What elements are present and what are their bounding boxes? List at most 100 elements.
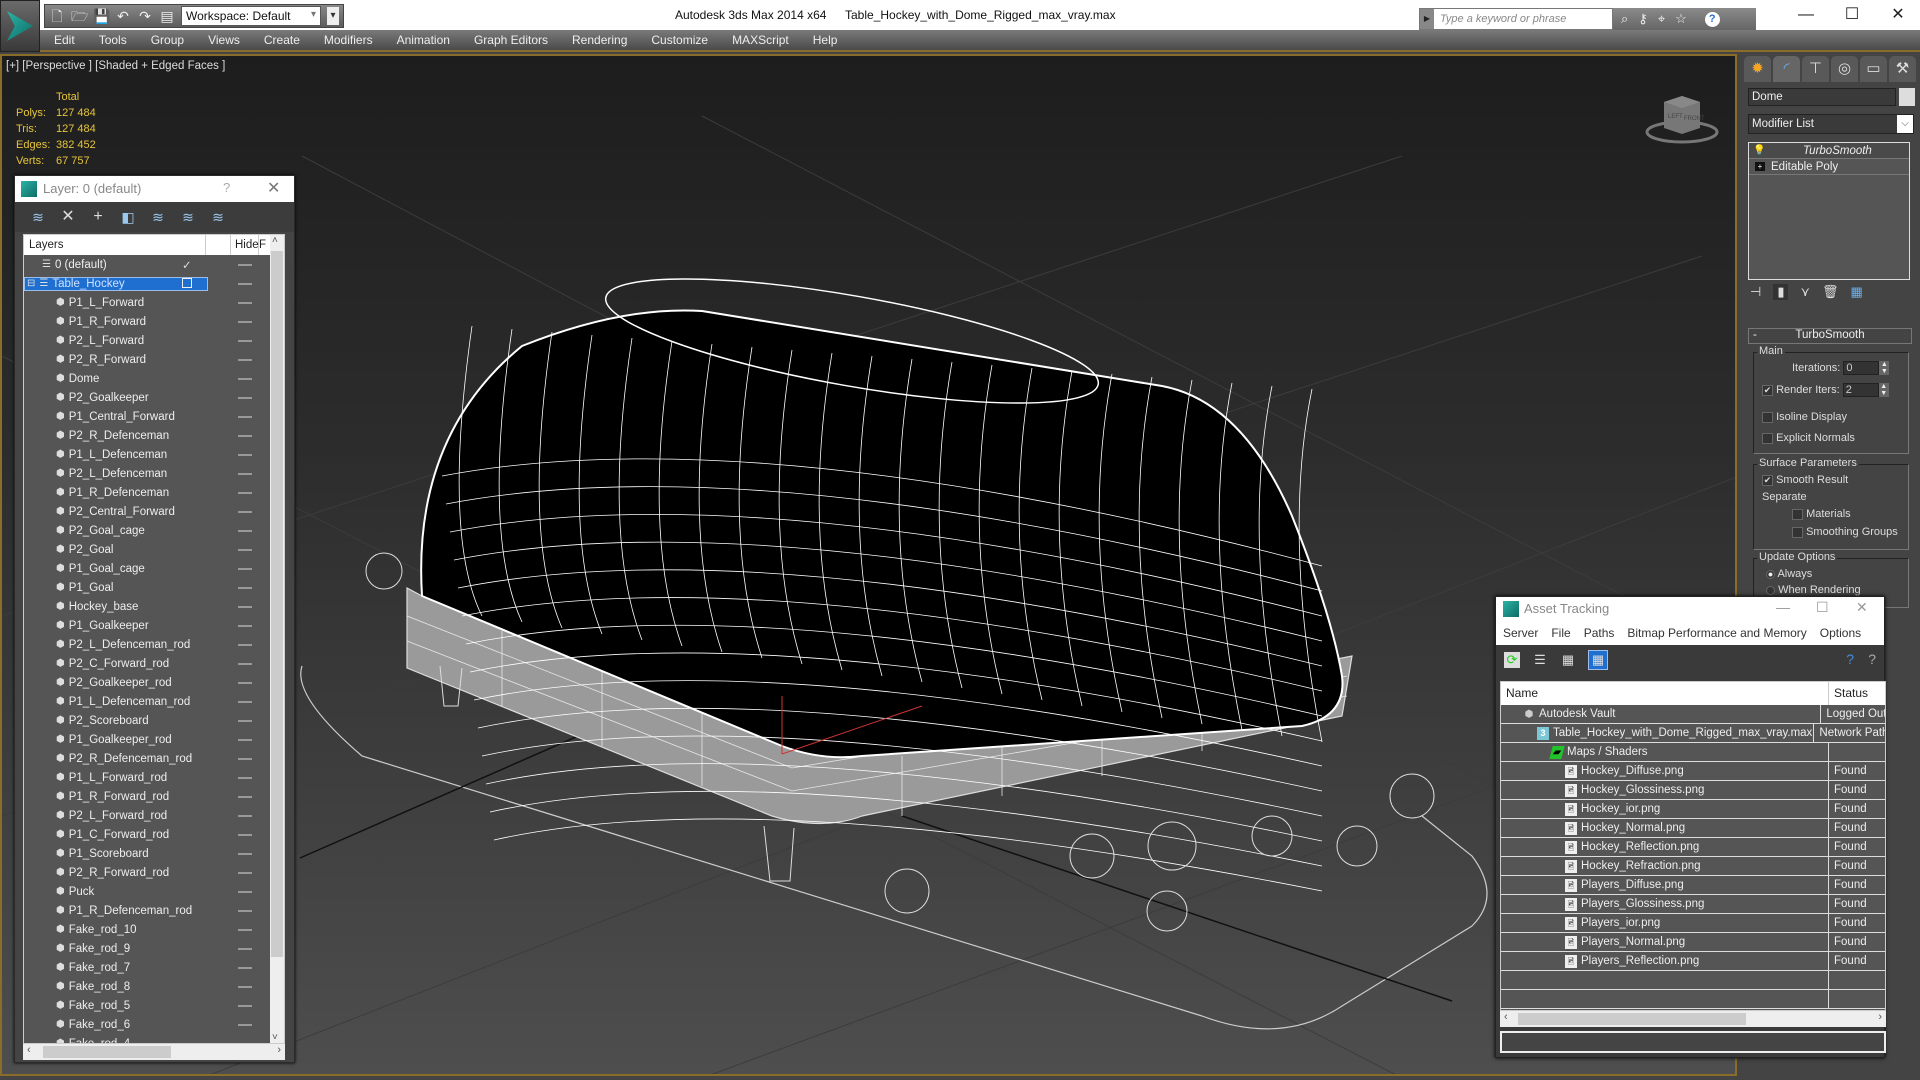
save-icon[interactable]: 💾 <box>93 8 110 24</box>
hide-toggle[interactable] <box>238 948 252 950</box>
object-color-swatch[interactable] <box>1899 88 1915 106</box>
layer-object-row[interactable]: ⬢ P1_R_Forward_rod <box>24 787 284 806</box>
hide-toggle[interactable] <box>238 834 252 836</box>
scroll-down-icon[interactable]: ˅ <box>272 1032 278 1043</box>
layer-object-row[interactable]: ⬢ Puck <box>24 882 284 901</box>
select-objects-icon[interactable]: ◧ <box>119 208 137 226</box>
layer-object-row[interactable]: ⬢ P2_L_Defenceman <box>24 464 284 483</box>
collapse-icon[interactable]: - <box>1753 329 1757 341</box>
hide-toggle[interactable] <box>238 758 252 760</box>
remove-modifier-icon[interactable]: 🗑 <box>1822 284 1839 300</box>
hide-toggle[interactable] <box>238 568 252 570</box>
viewport-label[interactable]: [+] [Perspective ] [Shaded + Edged Faces… <box>6 60 225 72</box>
menu-rendering[interactable]: Rendering <box>560 33 639 47</box>
hide-toggle[interactable] <box>238 511 252 513</box>
asset-row[interactable]: ⬢ Autodesk Vault Logged Out <box>1501 705 1885 724</box>
isoline-display-checkbox[interactable] <box>1762 411 1773 423</box>
asset-row[interactable]: 🖻 Hockey_Diffuse.png Found <box>1501 762 1885 781</box>
help-icon[interactable]: ? <box>1704 11 1720 27</box>
binoculars-icon[interactable]: ⌕ <box>1621 11 1628 27</box>
modify-tab-icon[interactable]: ◜ <box>1773 56 1800 82</box>
hide-toggle[interactable] <box>238 378 252 380</box>
column-freeze[interactable]: F <box>259 235 267 255</box>
scroll-thumb[interactable] <box>43 1046 171 1058</box>
menu-help[interactable]: Help <box>801 33 850 47</box>
asset-row[interactable]: ▰ Maps / Shaders <box>1501 743 1885 762</box>
search-input[interactable]: Type a keyword or phrase <box>1419 8 1613 30</box>
hide-toggle[interactable] <box>238 777 252 779</box>
current-layer-checkbox[interactable] <box>182 278 192 288</box>
hide-toggle[interactable] <box>238 473 252 475</box>
asset-row[interactable]: 🖻 Hockey_Normal.png Found <box>1501 819 1885 838</box>
always-radio[interactable] <box>1766 569 1775 579</box>
close-button[interactable]: ✕ <box>1878 4 1918 26</box>
create-layer-icon[interactable]: ≋ <box>29 208 47 226</box>
table-view-icon[interactable]: ▦ <box>1588 650 1608 670</box>
list-view-icon[interactable]: ☰ <box>1532 652 1548 668</box>
menu-create[interactable]: Create <box>252 33 312 47</box>
column-status[interactable]: Status <box>1829 682 1868 705</box>
select-layer-icon[interactable]: ≋ <box>149 208 167 226</box>
layer-object-row[interactable]: ⬢ Fake_rod_10 <box>24 920 284 939</box>
hide-toggle[interactable] <box>238 302 252 304</box>
layer-object-row[interactable]: ⬢ P2_Goalkeeper <box>24 388 284 407</box>
asset-row[interactable]: 🖻 Players_ior.png Found <box>1501 914 1885 933</box>
modifier-list-dropdown[interactable]: Modifier List ⌵ <box>1748 114 1914 134</box>
hierarchy-tab-icon[interactable]: ⊤ <box>1802 56 1829 82</box>
layer-object-row[interactable]: ⬢ Fake_rod_8 <box>24 977 284 996</box>
turbosmooth-rollout-header[interactable]: - TurboSmooth <box>1748 328 1912 344</box>
smooth-result-checkbox[interactable]: ✔ <box>1762 474 1773 486</box>
asset-row[interactable]: 🖻 Hockey_ior.png Found <box>1501 800 1885 819</box>
highlight-layer-icon[interactable]: ≋ <box>179 208 197 226</box>
add-to-layer-icon[interactable]: + <box>89 208 107 226</box>
hide-toggle[interactable] <box>238 1005 252 1007</box>
workspace-dropdown[interactable]: Workspace: Default <box>181 6 321 26</box>
layer-settings-icon[interactable]: ≋ <box>209 208 227 226</box>
hide-toggle[interactable] <box>238 720 252 722</box>
menu-edit[interactable]: Edit <box>40 33 87 47</box>
help-icon[interactable]: ? <box>1868 651 1876 667</box>
layer-row[interactable]: ☰ 0 (default) ✓ <box>24 255 284 274</box>
expand-icon[interactable]: + <box>1755 162 1765 171</box>
menu-bitmap-performance[interactable]: Bitmap Performance and Memory <box>1627 626 1819 640</box>
hide-toggle[interactable] <box>238 682 252 684</box>
scroll-right-icon[interactable]: › <box>277 1044 281 1056</box>
layer-list-hscrollbar[interactable]: ‹ › <box>23 1044 285 1060</box>
menu-modifiers[interactable]: Modifiers <box>312 33 385 47</box>
layer-object-row[interactable]: ⬢ P1_L_Forward <box>24 293 284 312</box>
layer-object-row[interactable]: ⬢ P2_Goal <box>24 540 284 559</box>
menu-tools[interactable]: Tools <box>87 33 139 47</box>
menu-maxscript[interactable]: MAXScript <box>720 33 801 47</box>
hide-toggle[interactable] <box>238 587 252 589</box>
asset-row[interactable]: 🖻 Players_Diffuse.png Found <box>1501 876 1885 895</box>
layer-object-row[interactable]: ⬢ P1_L_Defenceman <box>24 445 284 464</box>
key-icon[interactable]: ⚷ <box>1638 11 1648 27</box>
explicit-normals-checkbox[interactable] <box>1762 432 1773 444</box>
layer-list[interactable]: Layers Hide F ☰ 0 (default) ✓ ⊟ ☰ Table_Hoc… <box>23 234 285 1044</box>
viewcube[interactable]: LEFT FRONT <box>1642 88 1722 148</box>
satellite-icon[interactable]: ⌖ <box>1658 11 1665 27</box>
render-iters-spinner[interactable]: 2 <box>1842 383 1879 397</box>
help-button[interactable]: ? <box>223 180 230 195</box>
layer-object-row[interactable]: ⬢ P2_R_Forward <box>24 350 284 369</box>
layer-object-row[interactable]: ⬢ Dome <box>24 369 284 388</box>
hide-toggle[interactable] <box>238 340 252 342</box>
help-online-icon[interactable]: ? <box>1846 651 1854 667</box>
menu-file[interactable]: File <box>1551 626 1583 640</box>
column-current[interactable] <box>206 235 231 255</box>
layer-object-row[interactable]: ⬢ Fake_rod_6 <box>24 1015 284 1034</box>
layer-object-row[interactable]: ⬢ P1_R_Defenceman_rod <box>24 901 284 920</box>
layer-object-row[interactable]: ⬢ P1_L_Forward_rod <box>24 768 284 787</box>
application-button[interactable] <box>0 0 40 52</box>
new-file-icon[interactable]: 🗋 <box>49 8 65 24</box>
hide-toggle[interactable] <box>238 530 252 532</box>
tree-view-icon[interactable]: ▦ <box>1560 652 1576 668</box>
chevron-down-icon[interactable]: ⌵ <box>1897 115 1913 133</box>
scroll-right-icon[interactable]: › <box>1878 1011 1882 1023</box>
lightbulb-icon[interactable]: 💡 <box>1749 145 1765 156</box>
hide-toggle[interactable] <box>238 264 252 266</box>
undo-icon[interactable]: ↶ <box>115 8 131 24</box>
object-name-field[interactable]: Dome <box>1748 88 1896 106</box>
layer-object-row[interactable]: ⬢ P1_R_Forward <box>24 312 284 331</box>
layer-object-row[interactable]: ⬢ Fake_rod_9 <box>24 939 284 958</box>
